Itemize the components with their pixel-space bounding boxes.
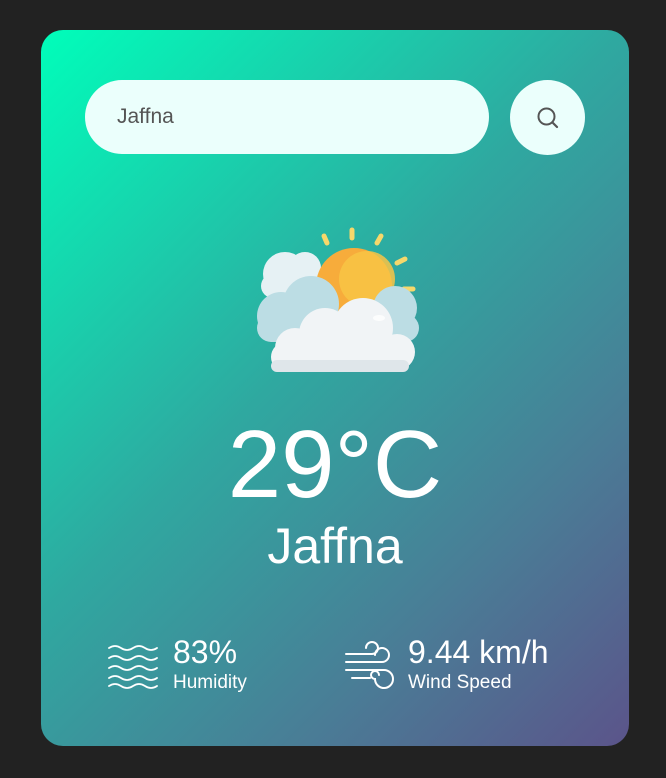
search-input[interactable] bbox=[85, 80, 489, 154]
wind-detail: 9.44 km/h Wind Speed bbox=[342, 635, 549, 694]
search-button[interactable] bbox=[510, 80, 585, 155]
humidity-label: Humidity bbox=[173, 672, 247, 693]
humidity-detail: 83% Humidity bbox=[107, 635, 247, 694]
city-name: Jaffna bbox=[267, 518, 403, 574]
wind-icon bbox=[345, 640, 394, 689]
weather-card: 29°C Jaffna 83% Humidity bbox=[41, 30, 629, 746]
wind-value: 9.44 km/h bbox=[408, 634, 549, 670]
temperature: 29°C bbox=[227, 411, 443, 518]
humidity-waves-icon bbox=[108, 644, 158, 689]
wind-label: Wind Speed bbox=[408, 672, 512, 693]
humidity-value: 83% bbox=[173, 634, 238, 670]
search-icon bbox=[537, 107, 558, 128]
partly-cloudy-sun-icon bbox=[257, 227, 419, 372]
